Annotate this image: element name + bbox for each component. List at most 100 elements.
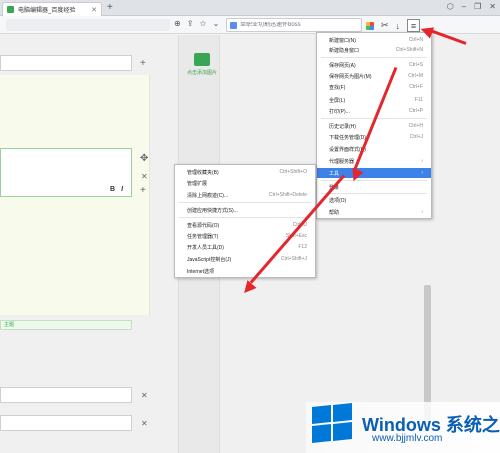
scissors-icon[interactable]: ✂ — [381, 20, 389, 31]
tools-item-manage-favorites[interactable]: 管理收藏夹(B) Ctrl+Shift+O — [175, 167, 315, 177]
menu-item-new-window[interactable]: 新建窗口(N) Ctrl+N — [317, 35, 431, 45]
menu-item-shortcut: Ctrl+H — [408, 123, 423, 129]
tools-submenu: 管理收藏夹(B) Ctrl+Shift+O 管理扩展 清除上网痕迹(C)... Ct… — [174, 164, 316, 278]
italic-button[interactable]: I — [121, 186, 123, 193]
menu-item-options[interactable]: 选项(O) — [317, 195, 431, 205]
tools-item-view-source[interactable]: 查看源代码(O)Ctrl+U — [175, 220, 315, 230]
menu-item-proxy[interactable]: 代理服务器 › — [317, 156, 431, 166]
format-toolbar: B I — [110, 186, 123, 193]
share-icon[interactable]: ⇪ — [187, 19, 194, 28]
browser-tab[interactable]: 电脑编辑器_百度经验 ✕ — [2, 2, 102, 16]
image-icon — [194, 53, 210, 66]
title-field[interactable] — [0, 55, 132, 71]
window-controls: ⬡ – ❐ ✕ — [447, 2, 496, 11]
watermark-url: www.bjjmlv.com — [372, 433, 443, 444]
menu-item-shortcut: F12 — [298, 244, 307, 250]
move-icon[interactable]: ✥ — [140, 153, 148, 164]
menu-separator — [179, 202, 311, 203]
menu-button[interactable]: ≡ — [407, 19, 421, 32]
add-image-button[interactable]: 点击添加图片 — [180, 53, 224, 76]
submenu-chevron-icon: › — [421, 158, 423, 164]
delete-icon[interactable]: ✕ — [141, 172, 148, 181]
menu-item-label: 保存网页为图片(M) — [329, 73, 372, 80]
menu-item-shortcut: Ctrl+N — [408, 37, 423, 43]
submenu-chevron-icon: › — [421, 170, 423, 176]
search-input[interactable] — [240, 22, 350, 28]
toolbar-right: ✂ ↓ ≡ — [366, 19, 421, 32]
menu-item-label: Internet选项 — [187, 268, 214, 275]
tools-item-internet-options[interactable]: Internet选项 — [175, 266, 315, 276]
menu-item-label: 帮助 — [329, 209, 340, 216]
menu-item-shortcut: F11 — [414, 97, 423, 103]
site-favicon-icon — [7, 6, 14, 13]
tools-item-js-console[interactable]: JavaScript控制台(J) Ctrl+Shift+J — [175, 254, 315, 264]
address-bar[interactable] — [6, 19, 170, 31]
editor-panel: + B I ✥ ✕ + 主题 ✕ ✕ — [0, 35, 152, 453]
menu-item-label: 代理服务器 — [329, 158, 355, 165]
download-icon[interactable]: ↓ — [396, 21, 401, 31]
star-icon[interactable]: ☆ — [199, 19, 206, 28]
remove-ref-1-icon[interactable]: ✕ — [141, 391, 148, 400]
bold-button[interactable]: B — [110, 186, 115, 193]
menu-item-label: 打印(P)... — [329, 108, 350, 115]
reference-field-1[interactable] — [0, 387, 132, 403]
close-window-icon[interactable]: ✕ — [489, 2, 496, 11]
menu-item-tools[interactable]: 工具 › — [317, 168, 431, 178]
menu-item-label: 新建隐身窗口 — [329, 47, 360, 54]
tab-bar: 电脑编辑器_百度经验 ✕ + ⬡ – ❐ ✕ — [0, 0, 500, 16]
menu-item-shortcut: Ctrl+Shift+N — [395, 47, 423, 53]
close-tab-icon[interactable]: ✕ — [91, 6, 97, 14]
add-step-icon[interactable]: + — [140, 185, 146, 196]
dropdown-icon[interactable]: ⌄ — [213, 19, 220, 28]
tools-item-create-shortcut[interactable]: 创建应用快捷方式(S)... — [175, 205, 315, 215]
apps-icon[interactable] — [366, 21, 374, 30]
menu-item-label: JavaScript控制台(J) — [187, 256, 232, 263]
menu-item-save-page[interactable]: 保存网页(A) Ctrl+S — [317, 60, 431, 70]
menu-item-label: 查找(F) — [329, 84, 346, 91]
menu-item-label: 查看源代码(O) — [187, 222, 220, 229]
menu-item-save-as-image[interactable]: 保存网页为图片(M) Ctrl+M — [317, 71, 431, 81]
skin-icon[interactable]: ⬡ — [447, 2, 454, 11]
address-actions: ⊕ ⇪ ☆ ⌄ — [174, 19, 219, 28]
minimize-icon[interactable]: – — [462, 2, 466, 11]
new-tab-button[interactable]: + — [107, 2, 113, 13]
menu-item-label: 清除上网痕迹(C)... — [187, 192, 229, 199]
tools-item-clear-traces[interactable]: 清除上网痕迹(C)... Ctrl+Shift+Delete — [175, 190, 315, 200]
menu-item-label: 工具 — [329, 170, 340, 177]
tools-item-manage-extensions[interactable]: 管理扩展 — [175, 178, 315, 188]
menu-item-shortcut: Ctrl+S — [408, 62, 423, 68]
menu-item-label: 新建窗口(N) — [329, 37, 356, 44]
menu-item-label: 管理扩展 — [187, 180, 208, 187]
menu-item-shortcut: Ctrl+P — [408, 108, 423, 114]
search-box[interactable] — [226, 18, 362, 32]
menu-item-label: 下载任务管理(D) — [329, 134, 366, 141]
tools-item-devtools[interactable]: 开发人员工具(D) F12 — [175, 242, 315, 252]
topic-label: 主题 — [0, 320, 132, 330]
menu-separator — [179, 217, 311, 218]
add-icon[interactable]: + — [140, 58, 146, 69]
menu-item-fullscreen[interactable]: 全屏(L) F11 — [317, 95, 431, 105]
menu-item-label: 全屏(L) — [329, 97, 346, 104]
maximize-icon[interactable]: ❐ — [474, 2, 481, 11]
tab-title: 电脑编辑器_百度经验 — [18, 8, 76, 14]
menu-item-new-incognito[interactable]: 新建隐身窗口 Ctrl+Shift+N — [317, 45, 431, 55]
menu-item-label: 创建应用快捷方式(S)... — [187, 207, 238, 214]
menu-item-shortcut: Ctrl+J — [409, 134, 423, 140]
menu-item-help[interactable]: 帮助 › — [317, 207, 431, 217]
remove-ref-2-icon[interactable]: ✕ — [141, 419, 148, 428]
add-image-label: 点击添加图片 — [186, 70, 217, 76]
menu-separator — [321, 193, 427, 194]
menu-item-label: 保存网页(A) — [329, 62, 356, 69]
menu-item-label: 选项(O) — [329, 197, 347, 204]
search-engine-icon[interactable] — [230, 21, 237, 29]
menu-item-downloads[interactable]: 下载任务管理(D) Ctrl+J — [317, 132, 431, 142]
menu-item-find[interactable]: 查找(F) Ctrl+F — [317, 82, 431, 92]
menu-item-label: 开发人员工具(D) — [187, 244, 224, 251]
zoom-icon[interactable]: ⊕ — [174, 19, 181, 28]
menu-item-interface-style[interactable]: 设置界面样式(U) — [317, 144, 431, 154]
menu-item-shortcut: Ctrl+Shift+Delete — [268, 192, 307, 198]
submenu-chevron-icon: › — [421, 209, 423, 215]
reference-field-2[interactable] — [0, 415, 132, 431]
menu-separator — [321, 57, 427, 58]
